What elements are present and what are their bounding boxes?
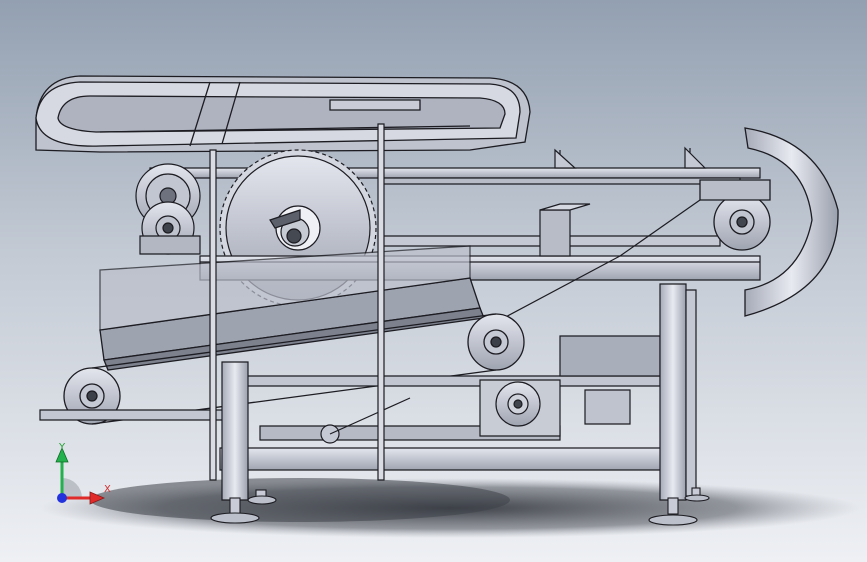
floor-shadow bbox=[40, 478, 860, 538]
axis-triad-graphic bbox=[55, 446, 106, 505]
x-axis-arrowhead-icon bbox=[89, 491, 106, 505]
inclined-conveyor bbox=[63, 245, 525, 425]
axis-triad: Y X bbox=[44, 440, 124, 510]
y-axis-label: Y bbox=[59, 442, 66, 453]
sprocket-left-upper bbox=[135, 163, 201, 255]
machine-model bbox=[35, 75, 860, 538]
right-chute bbox=[699, 127, 839, 317]
top-feed-tray bbox=[35, 75, 531, 153]
cad-viewport[interactable]: Y X bbox=[0, 0, 867, 562]
x-axis-label: X bbox=[104, 484, 111, 495]
z-axis-dot-icon bbox=[57, 493, 67, 503]
